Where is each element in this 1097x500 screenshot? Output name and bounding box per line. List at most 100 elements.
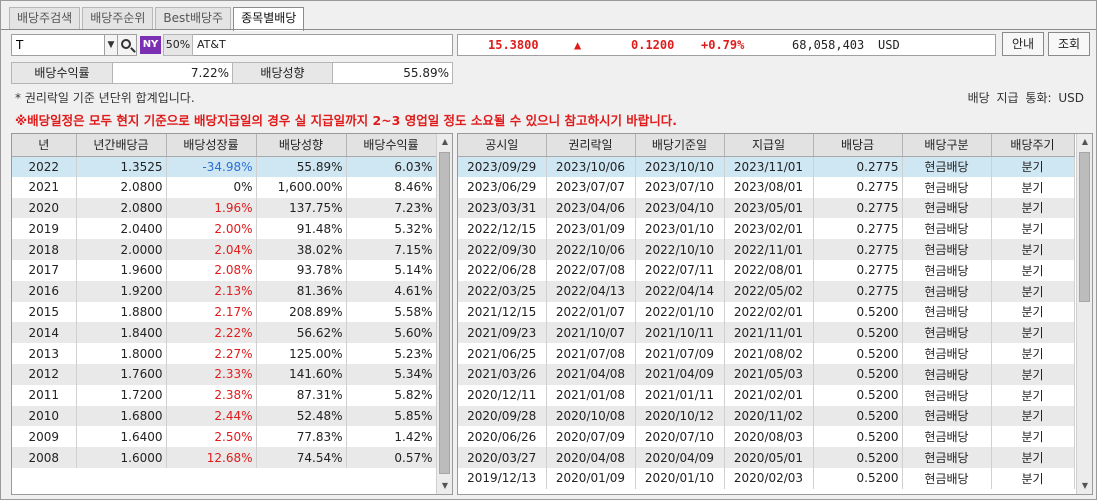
table-cell: 2015 — [12, 301, 77, 323]
table-cell: 5.58% — [346, 301, 437, 323]
annual-scrollbar[interactable]: ▲ ▼ — [436, 134, 452, 494]
schedule-scrollbar[interactable]: ▲ ▼ — [1076, 134, 1092, 494]
table-cell: 현금배당 — [902, 218, 992, 240]
table-row[interactable]: 2023/09/29 2023/10/06 2023/10/10 2023/11/01… — [458, 156, 1075, 177]
scroll-down-icon[interactable]: ▼ — [437, 478, 452, 494]
table-row[interactable]: 2012 1.7600 2.33% 141.60% 5.34% — [12, 363, 437, 385]
table-cell: 81.36% — [256, 280, 347, 302]
guide-button[interactable]: 안내 — [1002, 32, 1044, 56]
table-row[interactable]: 2022/06/28 2022/07/08 2022/07/11 2022/08/01… — [458, 259, 1075, 281]
table-cell: 현금배당 — [902, 426, 992, 448]
table-cell: 2018 — [12, 239, 77, 260]
table-cell: 2022/04/14 — [635, 280, 725, 302]
column-header[interactable]: 년 — [12, 134, 77, 157]
scroll-thumb[interactable] — [1079, 152, 1090, 302]
column-header[interactable]: 배당성장률 — [166, 134, 257, 157]
table-cell: 2022/10/10 — [635, 239, 725, 260]
column-header[interactable]: 공시일 — [458, 134, 547, 157]
ticker-code-input[interactable] — [11, 34, 105, 56]
table-cell: 0.5200 — [813, 426, 903, 448]
table-row[interactable]: 2020 2.0800 1.96% 137.75% 7.23% — [12, 197, 437, 219]
table-cell: 2014 — [12, 322, 77, 344]
tab-best-dividend[interactable]: Best배당주 — [155, 7, 232, 29]
tab-bar: 배당주검색 배당주순위 Best배당주 종목별배당 — [9, 7, 306, 31]
scroll-down-icon[interactable]: ▼ — [1077, 478, 1092, 494]
query-button[interactable]: 조회 — [1048, 32, 1090, 56]
table-cell: 2022/09/30 — [458, 239, 547, 260]
table-cell: 2.38% — [166, 384, 257, 406]
table-cell: 208.89% — [256, 301, 347, 323]
table-cell: 2021/04/09 — [635, 363, 725, 385]
table-cell: 12.68% — [166, 447, 257, 468]
table-cell: 1.8400 — [76, 322, 167, 344]
table-row[interactable]: 2008 1.6000 12.68% 74.54% 0.57% — [12, 447, 437, 468]
price-change-pct: +0.79% — [701, 38, 745, 52]
table-row[interactable]: 2010 1.6800 2.44% 52.48% 5.85% — [12, 405, 437, 427]
table-cell: 2020/01/09 — [546, 467, 636, 489]
table-row[interactable]: 2021/12/15 2022/01/07 2022/01/10 2022/02/01… — [458, 301, 1075, 323]
scroll-up-icon[interactable]: ▲ — [1077, 134, 1092, 150]
column-header[interactable]: 배당수익률 — [346, 134, 437, 157]
tab-dividend-by-stock[interactable]: 종목별배당 — [233, 7, 305, 31]
search-button[interactable] — [118, 34, 137, 56]
table-row[interactable]: 2023/03/31 2023/04/06 2023/04/10 2023/05/01… — [458, 197, 1075, 219]
tab-dividend-ranking[interactable]: 배당주순위 — [82, 7, 154, 29]
table-cell: 2023/11/01 — [724, 156, 814, 177]
scroll-thumb[interactable] — [439, 152, 450, 474]
table-row[interactable]: 2018 2.0000 2.04% 38.02% 7.15% — [12, 239, 437, 260]
table-cell: 2020/10/12 — [635, 405, 725, 427]
table-row[interactable]: 2023/06/29 2023/07/07 2023/07/10 2023/08/01… — [458, 176, 1075, 198]
table-row[interactable]: 2022/09/30 2022/10/06 2022/10/10 2022/11/01… — [458, 239, 1075, 260]
scroll-up-icon[interactable]: ▲ — [437, 134, 452, 150]
currency-value: USD — [1058, 91, 1084, 105]
column-header[interactable]: 배당성향 — [256, 134, 347, 157]
table-row[interactable]: 2009 1.6400 2.50% 77.83% 1.42% — [12, 426, 437, 448]
table-cell: 38.02% — [256, 239, 347, 260]
table-cell: 2.44% — [166, 405, 257, 427]
table-cell: 분기 — [991, 197, 1075, 219]
column-header[interactable]: 배당구분 — [902, 134, 992, 157]
table-cell: 1.6800 — [76, 405, 167, 427]
table-cell: 현금배당 — [902, 384, 992, 406]
table-row[interactable]: 2020/12/11 2021/01/08 2021/01/11 2021/02/01… — [458, 384, 1075, 406]
quote-panel: 15.3800 ▲ 0.1200 +0.79% 68,058,403 USD — [457, 34, 996, 56]
column-header[interactable]: 년간배당금 — [76, 134, 167, 157]
table-row[interactable]: 2021/09/23 2021/10/07 2021/10/11 2021/11/01… — [458, 322, 1075, 344]
table-row[interactable]: 2015 1.8800 2.17% 208.89% 5.58% — [12, 301, 437, 323]
table-row[interactable]: 2016 1.9200 2.13% 81.36% 4.61% — [12, 280, 437, 302]
table-row[interactable]: 2014 1.8400 2.22% 56.62% 5.60% — [12, 322, 437, 344]
table-row[interactable]: 2011 1.7200 2.38% 87.31% 5.82% — [12, 384, 437, 406]
table-row[interactable]: 2022/12/15 2023/01/09 2023/01/10 2023/02/01… — [458, 218, 1075, 240]
chevron-down-icon[interactable]: ▼ — [105, 34, 118, 56]
column-header[interactable]: 배당기준일 — [635, 134, 725, 157]
table-row[interactable]: 2020/03/27 2020/04/08 2020/04/09 2020/05/01… — [458, 447, 1075, 468]
table-cell: 2020/10/08 — [546, 405, 636, 427]
tab-dividend-search[interactable]: 배당주검색 — [9, 7, 81, 29]
table-row[interactable]: 2020/06/26 2020/07/09 2020/07/10 2020/08/03… — [458, 426, 1075, 448]
schedule-header-row: 공시일 권리락일 배당기준일 지급일 배당금 배당구분 배당주기 — [458, 134, 1075, 157]
table-cell: 2.33% — [166, 363, 257, 385]
table-cell: 5.23% — [346, 343, 437, 364]
table-row[interactable]: 2022/03/25 2022/04/13 2022/04/14 2022/05/02… — [458, 280, 1075, 302]
table-cell: 1,600.00% — [256, 176, 347, 198]
column-header[interactable]: 지급일 — [724, 134, 814, 157]
column-header[interactable]: 권리락일 — [546, 134, 636, 157]
table-row[interactable]: 2020/09/28 2020/10/08 2020/10/12 2020/11/02… — [458, 405, 1075, 427]
column-header[interactable]: 배당금 — [813, 134, 903, 157]
table-row[interactable]: 2022 1.3525 -34.98% 55.89% 6.03% — [12, 156, 437, 177]
table-row[interactable]: 2013 1.8000 2.27% 125.00% 5.23% — [12, 343, 437, 364]
table-row[interactable]: 2019 2.0400 2.00% 91.48% 5.32% — [12, 218, 437, 240]
table-cell: 0.5200 — [813, 343, 903, 364]
table-cell: 52.48% — [256, 405, 347, 427]
table-cell: 87.31% — [256, 384, 347, 406]
basis-note: * 권리락일 기준 년단위 합계입니다. — [15, 91, 195, 105]
table-row[interactable]: 2021/06/25 2021/07/08 2021/07/09 2021/08/02… — [458, 343, 1075, 364]
table-row[interactable]: 2019/12/13 2020/01/09 2020/01/10 2020/02/03… — [458, 467, 1075, 489]
column-header[interactable]: 배당주기 — [991, 134, 1075, 157]
table-row[interactable]: 2021/03/26 2021/04/08 2021/04/09 2021/05/03… — [458, 363, 1075, 385]
table-row[interactable]: 2017 1.9600 2.08% 93.78% 5.14% — [12, 259, 437, 281]
table-cell: 2022/06/28 — [458, 259, 547, 281]
table-cell: 74.54% — [256, 447, 347, 468]
table-row[interactable]: 2021 2.0800 0% 1,600.00% 8.46% — [12, 176, 437, 198]
table-cell: 2022/01/10 — [635, 301, 725, 323]
